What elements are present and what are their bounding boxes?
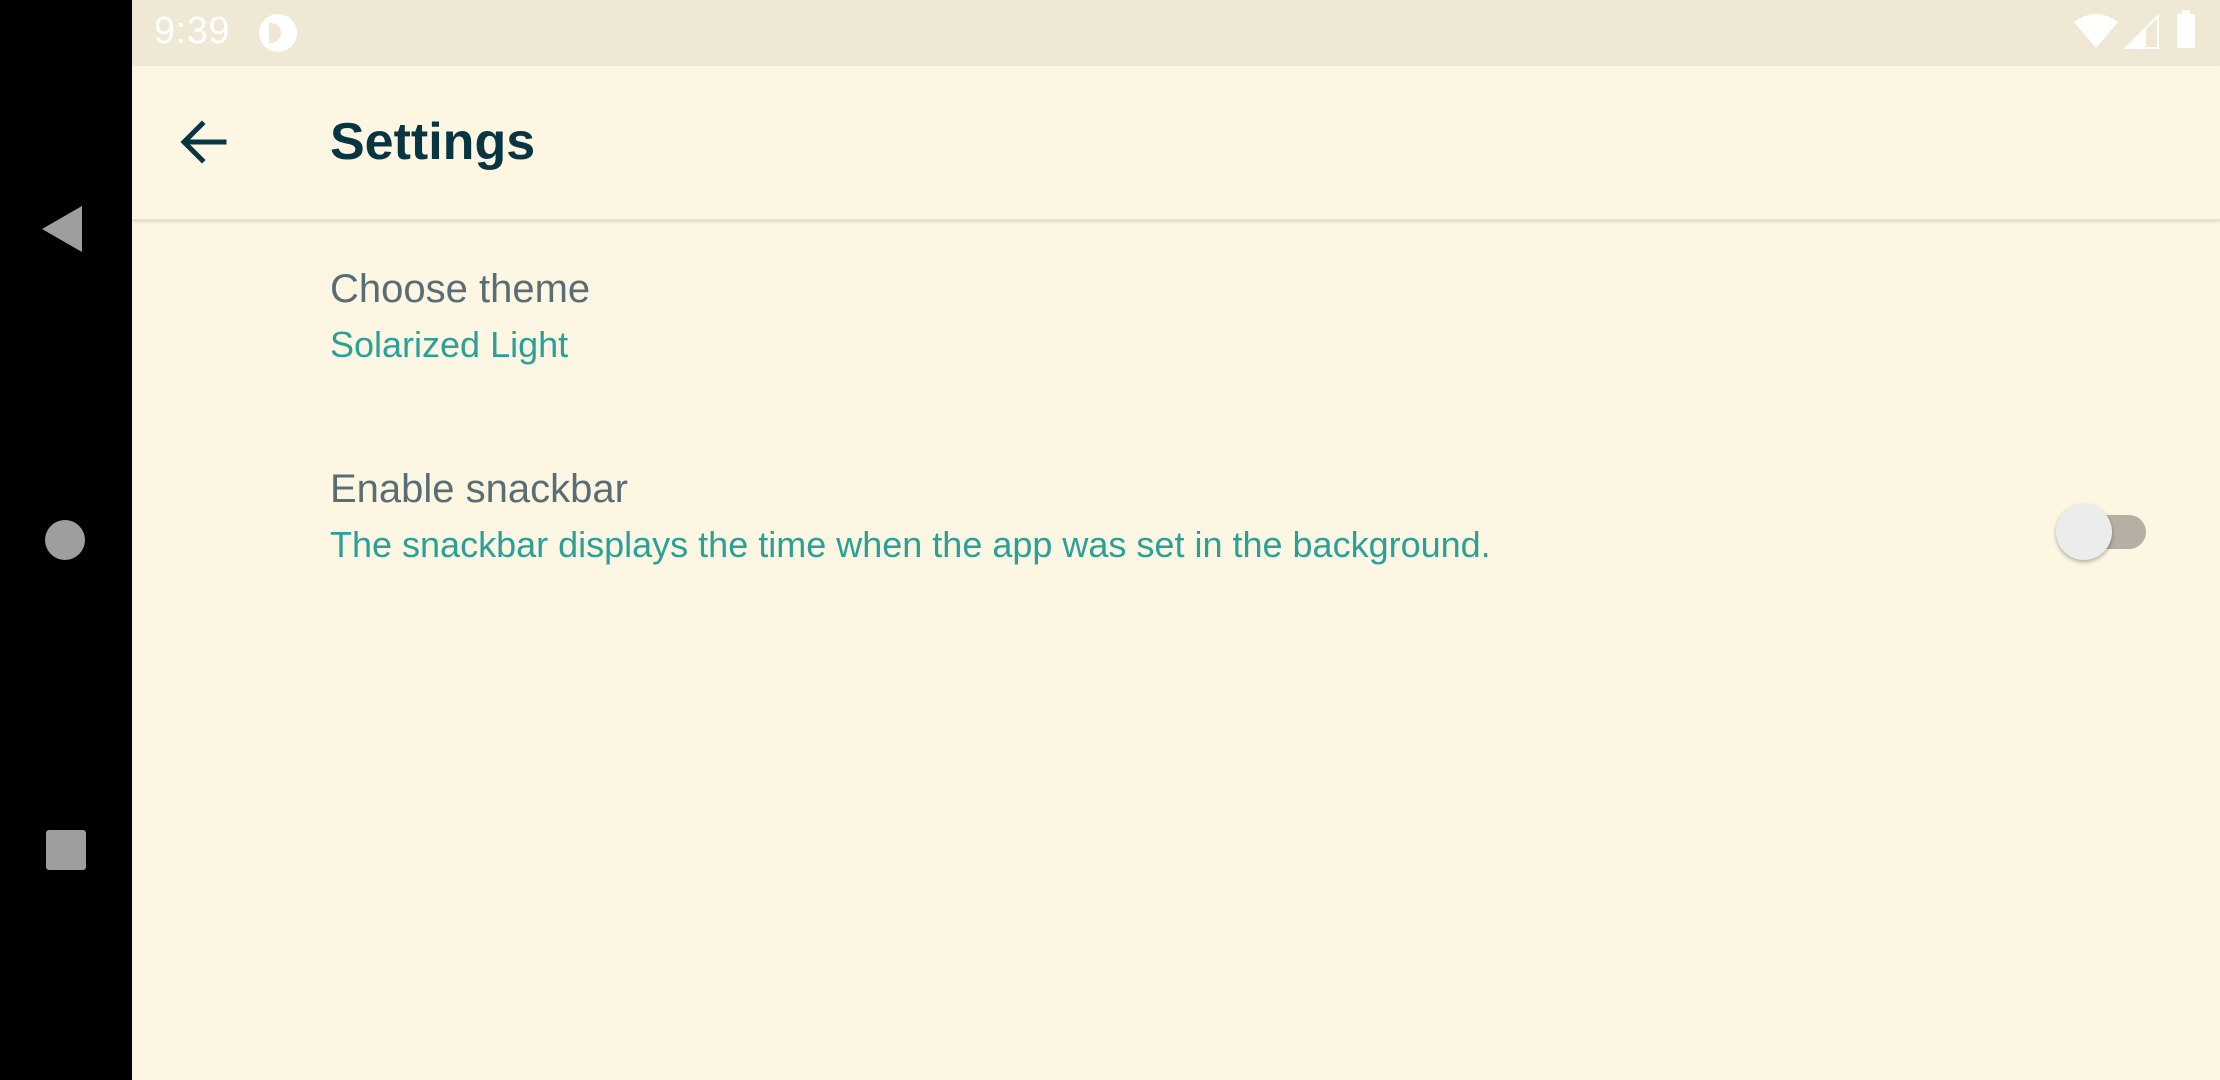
choose-theme-summary: Solarized Light — [330, 324, 569, 365]
system-navigation-bar — [0, 0, 132, 1080]
enable-snackbar-title: Enable snackbar — [330, 467, 628, 511]
battery-icon — [2177, 10, 2195, 48]
system-recents-icon[interactable] — [46, 830, 86, 870]
app-bar: Settings — [132, 66, 2220, 220]
system-home-icon[interactable] — [45, 520, 85, 560]
enable-snackbar-summary: The snackbar displays the time when the … — [330, 524, 1491, 565]
choose-theme-preference[interactable]: Choose theme Solarized Light — [132, 255, 2220, 405]
back-button[interactable] — [172, 110, 236, 174]
choose-theme-title: Choose theme — [330, 267, 591, 311]
snackbar-toggle-switch[interactable] — [2056, 497, 2146, 560]
app-notification-icon — [259, 14, 297, 52]
page-title: Settings — [330, 113, 536, 171]
enable-snackbar-preference[interactable]: Enable snackbar The snackbar displays th… — [132, 455, 2220, 615]
system-back-icon[interactable] — [42, 206, 82, 252]
wifi-icon — [2074, 14, 2118, 48]
status-bar: 9:39 — [132, 0, 2220, 66]
signal-icon — [2124, 14, 2159, 49]
status-time: 9:39 — [154, 10, 230, 52]
arrow-left-icon — [180, 120, 227, 164]
switch-thumb — [2056, 504, 2112, 560]
